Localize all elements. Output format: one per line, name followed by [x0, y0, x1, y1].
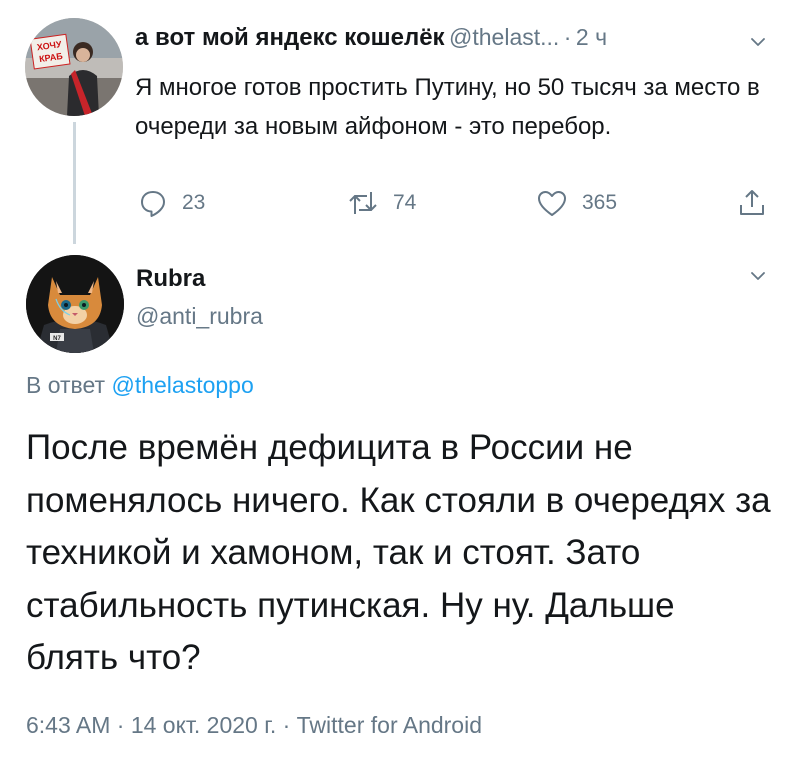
replying-to-handle-link[interactable]: @thelastoppo — [111, 372, 253, 398]
like-count: 365 — [582, 191, 618, 214]
parent-tweet-time[interactable]: 2 ч — [576, 24, 607, 50]
reply-author-avatar[interactable]: N7 — [26, 255, 124, 353]
reply-button[interactable]: 23 — [138, 186, 205, 220]
parent-tweet-text: Я многое готов простить Путину, но 50 ты… — [135, 74, 760, 140]
retweet-icon — [349, 192, 377, 214]
avatar-badge-text: N7 — [53, 336, 61, 342]
chevron-down-icon[interactable] — [750, 268, 766, 284]
parent-tweet-header: а вот мой яндекс кошелёк @thelast... · 2… — [135, 24, 774, 56]
thread-line — [73, 122, 76, 244]
reply-tweet-text: После времён дефицита в России не поменя… — [26, 428, 771, 677]
retweet-button[interactable]: 74 — [347, 186, 416, 220]
reply-count: 23 — [182, 191, 206, 214]
replying-to-prefix: В ответ — [26, 372, 106, 398]
avatar-photo: ХОЧУ КРАБ — [25, 18, 123, 116]
parent-author-handle[interactable]: @thelast... — [449, 24, 559, 50]
like-button[interactable]: 365 — [536, 186, 617, 220]
parent-avatar[interactable]: ХОЧУ КРАБ — [25, 18, 123, 116]
time-separator: · — [563, 24, 572, 50]
chevron-down-icon[interactable] — [750, 34, 766, 50]
avatar-cat-image: N7 — [26, 255, 124, 353]
heart-icon — [538, 191, 566, 216]
retweet-count: 74 — [393, 191, 417, 214]
share-button[interactable] — [738, 186, 780, 220]
parent-author-name[interactable]: а вот мой яндекс кошелёк — [135, 24, 445, 51]
replying-to-line: В ответ @thelastoppo — [26, 372, 254, 399]
share-icon — [740, 190, 764, 215]
reply-author-handle[interactable]: @anti_rubra — [136, 303, 263, 330]
reply-icon — [141, 191, 165, 217]
reply-author-name[interactable]: Rubra — [136, 265, 205, 293]
tweet-timestamp-source[interactable]: 6:43 AM · 14 окт. 2020 г. · Twitter for … — [26, 712, 482, 739]
